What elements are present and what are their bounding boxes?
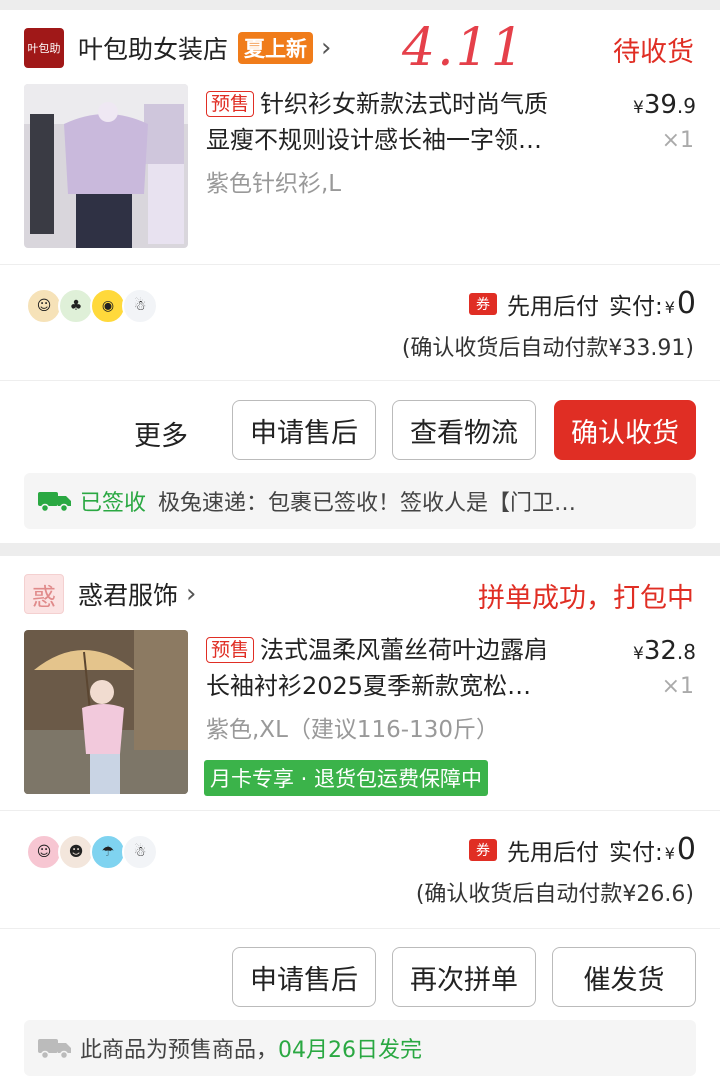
view-logistics-button[interactable]: 查看物流 <box>392 400 536 460</box>
payment-summary: 券 先用后付 实付: ¥0 <box>468 832 696 867</box>
order-card: 惑 惑君服饰 › 拼单成功，打包中 预售 法式温柔风蕾丝荷叶边露肩 长袖衬衫202… <box>0 556 720 1090</box>
product-variant: 紫色针织衫,L <box>206 171 342 197</box>
truck-icon <box>38 1039 71 1059</box>
product-quantity: ×1 <box>661 128 694 153</box>
reorder-button[interactable]: 再次拼单 <box>392 947 536 1007</box>
coupon-icon: 券 <box>468 292 497 315</box>
price-decimal: .8 <box>676 640 696 664</box>
paid-amount-value: 0 <box>676 286 696 321</box>
logistics-bar[interactable]: 此商品为预售商品， 04月26日发完 <box>24 1020 696 1076</box>
avatar: ☺ <box>26 288 62 324</box>
urge-shipping-button[interactable]: 催发货 <box>552 947 696 1007</box>
after-sale-button[interactable]: 申请售后 <box>232 947 376 1007</box>
divider <box>0 928 720 929</box>
divider <box>0 810 720 811</box>
order-status: 拼单成功，打包中 <box>478 583 694 614</box>
shop-tag: 夏上新 <box>238 32 314 64</box>
shop-header[interactable]: 惑 惑君服饰 › <box>24 574 196 614</box>
order-status: 待收货 <box>613 37 694 68</box>
payment-summary: 券 先用后付 实付: ¥0 <box>468 286 696 321</box>
group-avatars[interactable]: ☺ ☻ ☂ ☃ <box>26 834 158 870</box>
pay-method: 先用后付 <box>506 839 599 866</box>
shop-logo: 惑 <box>24 574 64 614</box>
presale-notice: 此商品为预售商品， <box>80 1038 279 1063</box>
paid-label: 实付: <box>608 293 663 320</box>
price-currency: ¥ <box>632 644 644 664</box>
product-price: ¥32.8 <box>633 636 696 666</box>
product-title[interactable]: 预售 针织衫女新款法式时尚气质 显瘦不规则设计感长袖一字领… <box>206 86 606 158</box>
auto-pay-note: (确认收货后自动付款¥26.6) <box>415 882 694 907</box>
presale-badge: 预售 <box>206 91 255 117</box>
product-thumbnail[interactable] <box>24 630 188 794</box>
paid-currency: ¥ <box>664 844 675 863</box>
paid-amount-value: 0 <box>676 832 696 867</box>
paid-label: 实付: <box>608 839 663 866</box>
product-title-line2: 显瘦不规则设计感长袖一字领… <box>206 126 542 154</box>
shop-name[interactable]: 惑君服饰 <box>78 576 178 612</box>
product-variant: 紫色,XL（建议116-130斤） <box>206 717 499 743</box>
presale-badge: 预售 <box>206 637 255 663</box>
handwritten-note: 4.11 <box>402 18 526 78</box>
avatar: ☺ <box>26 834 62 870</box>
service-badge: 月卡专享 · 退货包运费保障中 <box>204 760 489 796</box>
product-title-line1: 法式温柔风蕾丝荷叶边露肩 <box>260 636 549 664</box>
product-title-line1: 针织衫女新款法式时尚气质 <box>260 90 549 118</box>
paid-amount: ¥0 <box>665 286 696 321</box>
price-decimal: .9 <box>676 94 696 118</box>
truck-icon <box>38 492 71 512</box>
paid-currency: ¥ <box>664 298 675 317</box>
avatar: ☻ <box>58 834 94 870</box>
after-sale-button[interactable]: 申请售后 <box>232 400 376 460</box>
product-thumbnail[interactable] <box>24 84 188 248</box>
order-card: 叶包助 叶包助女装店 夏上新 › 4.11 待收货 预售 针织衫女新款法式时尚气质… <box>0 10 720 543</box>
product-quantity: ×1 <box>661 674 694 699</box>
divider <box>0 264 720 265</box>
price-currency: ¥ <box>632 98 644 118</box>
ship-date: 04月26日发完 <box>278 1038 423 1063</box>
confirm-receipt-button[interactable]: 确认收货 <box>554 400 696 460</box>
paid-amount: ¥0 <box>665 832 696 867</box>
shop-name[interactable]: 叶包助女装店 <box>78 30 228 66</box>
coupon-icon: 券 <box>468 838 497 861</box>
avatar: ◉ <box>90 288 126 324</box>
chevron-right-icon[interactable]: › <box>321 35 331 61</box>
shop-header[interactable]: 叶包助 叶包助女装店 夏上新 › <box>24 28 331 68</box>
logistics-bar[interactable]: 已签收 极兔速递：包裹已签收！签收人是【门卫… <box>24 473 696 529</box>
product-title[interactable]: 预售 法式温柔风蕾丝荷叶边露肩 长袖衬衫2025夏季新款宽松… <box>206 632 606 704</box>
avatar: ☃ <box>122 834 158 870</box>
group-avatars[interactable]: ☺ ♣ ◉ ☃ <box>26 288 158 324</box>
product-title-line2: 长袖衬衫2025夏季新款宽松… <box>206 672 532 700</box>
more-button[interactable]: 更多 <box>134 414 188 453</box>
auto-pay-note: (确认收货后自动付款¥33.91) <box>401 336 694 361</box>
divider <box>0 380 720 381</box>
pay-method: 先用后付 <box>506 293 599 320</box>
avatar: ☃ <box>122 288 158 324</box>
product-price: ¥39.9 <box>633 90 696 120</box>
chevron-right-icon[interactable]: › <box>186 581 196 607</box>
avatar: ☂ <box>90 834 126 870</box>
price-integer: 32 <box>643 636 677 666</box>
signed-status: 已签收 <box>80 491 147 516</box>
avatar: ♣ <box>58 288 94 324</box>
shop-logo: 叶包助 <box>24 28 64 68</box>
logistics-text: 极兔速递：包裹已签收！签收人是【门卫… <box>158 491 577 516</box>
price-integer: 39 <box>643 90 677 120</box>
